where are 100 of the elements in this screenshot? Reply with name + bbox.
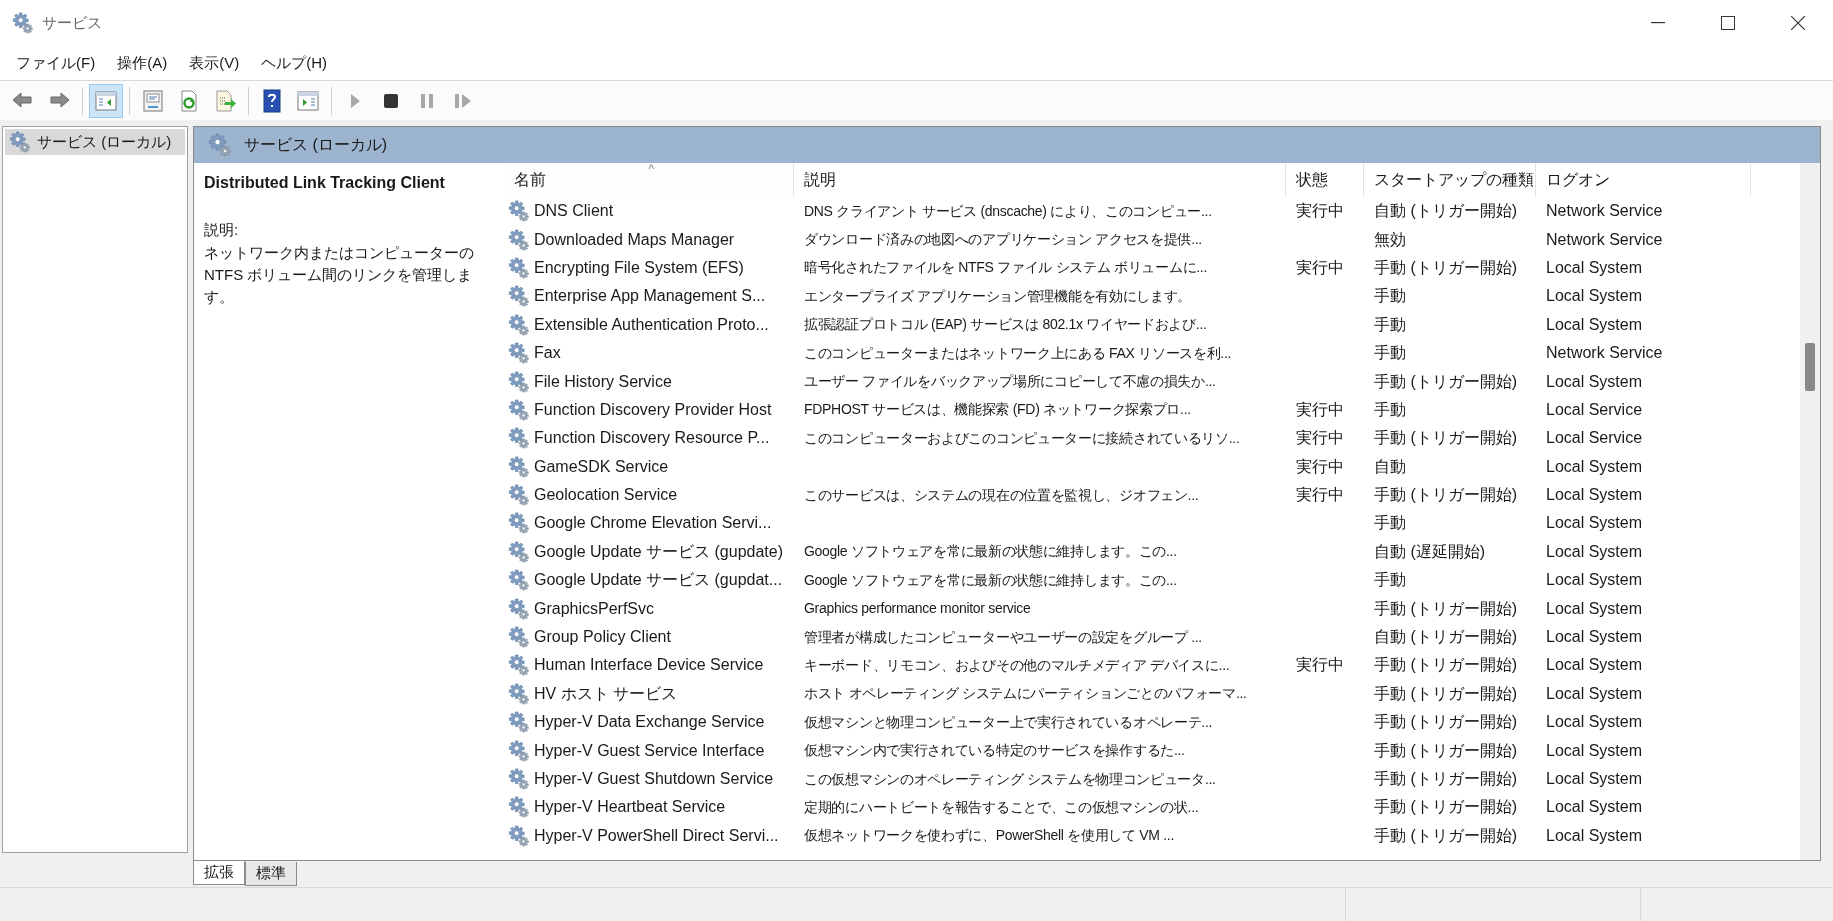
table-cell-text: 自動 (トリガー開始) xyxy=(1374,627,1518,648)
close-icon xyxy=(1791,16,1805,30)
gear-icon xyxy=(508,398,530,421)
table-cell-text: キーボード、リモコン、およびその他のマルチメディア デバイスに... xyxy=(804,655,1230,675)
table-cell-text: DNS Client xyxy=(534,201,614,222)
export-list-icon xyxy=(213,88,237,113)
table-cell-text: Local System xyxy=(1546,371,1643,392)
table-cell-text: Network Service xyxy=(1546,201,1663,222)
table-cell-text: 仮想マシン内で実行されている特定のサービスを操作するた... xyxy=(804,741,1185,761)
table-cell-text: このコンピューターまたはネットワーク上にある FAX リソースを利... xyxy=(804,343,1232,363)
service-title: Distributed Link Tracking Client xyxy=(204,173,446,193)
table-cell-text: 手動 xyxy=(1374,343,1406,364)
table-cell-text: ユーザー ファイルをバックアップ場所にコピーして不慮の損失か... xyxy=(804,372,1216,392)
table-cell-text: Human Interface Device Service xyxy=(534,655,764,676)
menu-item[interactable]: 表示(V) xyxy=(179,51,250,75)
table-cell-text: Group Policy Client xyxy=(534,627,671,648)
description-text: ネットワーク内またはコンピューターの NTFS ボリューム間のリンクを管理します。 xyxy=(204,242,474,307)
table-cell-text: Local System xyxy=(1546,825,1643,846)
window-title: サービス xyxy=(42,12,102,33)
table-cell-text: Hyper-V Heartbeat Service xyxy=(534,797,726,818)
table-cell-text: 実行中 xyxy=(1296,456,1344,477)
gear-icon xyxy=(508,824,530,847)
vertical-scrollbar[interactable] xyxy=(1800,163,1820,860)
table-cell-text: 実行中 xyxy=(1296,485,1344,506)
table-cell-text: Fax xyxy=(534,343,561,364)
table-cell-text: Enterprise App Management S... xyxy=(534,286,766,307)
table-cell-text: Local System xyxy=(1546,314,1643,335)
table-cell-text: 手動 xyxy=(1374,399,1406,420)
table-cell-text: Local Service xyxy=(1546,428,1643,449)
table-cell-text: Google ソフトウェアを常に最新の状態に維持します。この... xyxy=(804,570,1177,590)
gear-icon xyxy=(508,654,530,677)
table-cell-text: 手動 (トリガー開始) xyxy=(1374,712,1518,733)
gear-icon xyxy=(12,12,34,34)
gear-icon xyxy=(508,228,530,251)
table-cell-text: 手動 (トリガー開始) xyxy=(1374,485,1518,506)
sort-caret: ^ xyxy=(648,163,655,175)
pane-toggle-icon xyxy=(94,88,118,113)
table-cell-text: 実行中 xyxy=(1296,257,1344,278)
table-cell-text: 仮想マシンと物理コンピューター上で実行されているオペレーテ... xyxy=(804,712,1213,732)
table-cell-text: GameSDK Service xyxy=(534,456,669,477)
table-cell-text: 手動 (トリガー開始) xyxy=(1374,769,1518,789)
table-cell-text: Local Service xyxy=(1546,399,1643,420)
table-cell-text: 手動 (トリガー開始) xyxy=(1374,797,1518,818)
menu-item[interactable]: ヘルプ(H) xyxy=(251,51,337,75)
table-cell-text: 無効 xyxy=(1374,229,1406,250)
help-icon xyxy=(260,88,284,113)
table-cell-text: 手動 (トリガー開始) xyxy=(1374,371,1518,392)
panel-header: サービス (ローカル) xyxy=(194,127,1820,163)
table-cell-text: Local System xyxy=(1546,769,1643,789)
table-cell-text: Local System xyxy=(1546,683,1643,704)
table-cell-text: 実行中 xyxy=(1296,655,1344,676)
table-cell-text: Local System xyxy=(1546,257,1643,278)
table-cell-text: ダウンロード済みの地図へのアプリケーション アクセスを提供... xyxy=(804,230,1202,250)
table-cell-text: 仮想ネットワークを使わずに、PowerShell を使用して VM ... xyxy=(804,826,1175,846)
gear-icon xyxy=(508,313,530,336)
table-cell-text: 自動 xyxy=(1374,456,1406,477)
table-cell-text: この仮想マシンのオペレーティング システムを物理コンピュータ... xyxy=(804,769,1216,789)
table-cell-text: 定期的にハートビートを報告することで、この仮想マシンの状... xyxy=(804,797,1199,817)
table-cell-text: 手動 xyxy=(1374,314,1406,335)
table-cell-text: GraphicsPerfSvc xyxy=(534,598,655,619)
table-cell-text: Function Discovery Provider Host xyxy=(534,399,772,420)
table-cell-text: Local System xyxy=(1546,541,1643,562)
gear-icon xyxy=(508,626,530,649)
table-cell-text: Function Discovery Resource P... xyxy=(534,428,770,449)
table-cell-text: Google ソフトウェアを常に最新の状態に維持します。この... xyxy=(804,542,1177,562)
table-cell-text: File History Service xyxy=(534,371,672,392)
table-cell-text: Local System xyxy=(1546,627,1643,648)
table-cell-text: Local System xyxy=(1546,797,1643,818)
table-cell-text: Local System xyxy=(1546,485,1643,506)
table-cell-text: 実行中 xyxy=(1296,428,1344,449)
gear-icon xyxy=(508,342,530,365)
table-cell-text: Local System xyxy=(1546,598,1643,619)
gear-icon xyxy=(508,455,530,478)
maximize-icon xyxy=(1721,16,1735,30)
gear-icon xyxy=(508,427,530,450)
table-cell-text: Geolocation Service xyxy=(534,485,678,506)
table-cell-text: Hyper-V Guest Shutdown Service xyxy=(534,769,774,789)
table-cell-text: 手動 (トリガー開始) xyxy=(1374,683,1518,704)
table-cell-text: 自動 (遅延開始) xyxy=(1374,541,1486,562)
properties-icon xyxy=(141,88,165,113)
gear-icon xyxy=(508,540,530,563)
table-cell-text: Network Service xyxy=(1546,343,1663,364)
gear-icon xyxy=(508,711,530,734)
view-tab[interactable]: 拡張 xyxy=(193,861,245,885)
table-cell-text: Local System xyxy=(1546,513,1643,534)
scrollbar-thumb[interactable] xyxy=(1805,343,1815,391)
gear-icon xyxy=(508,682,530,705)
table-cell-text: HV ホスト サービス xyxy=(534,683,678,704)
table-cell-text: このサービスは、システムの現在の位置を監視し、ジオフェン... xyxy=(804,485,1199,505)
menu-item[interactable]: ファイル(F) xyxy=(6,51,106,75)
menu-item[interactable]: 操作(A) xyxy=(107,51,178,75)
table-cell-text: 手動 xyxy=(1374,513,1406,534)
view-tab[interactable]: 標準 xyxy=(245,862,297,886)
gear-icon xyxy=(508,739,530,762)
table-cell-text: 手動 xyxy=(1374,286,1406,307)
table-cell-text: 管理者が構成したコンピューターやユーザーの設定をグループ ... xyxy=(804,627,1202,647)
gear-icon xyxy=(508,796,530,819)
table-cell-text: Google Update サービス (gupdat... xyxy=(534,570,783,591)
tree-item[interactable]: サービス (ローカル) xyxy=(5,129,185,155)
gear-icon xyxy=(508,200,530,223)
